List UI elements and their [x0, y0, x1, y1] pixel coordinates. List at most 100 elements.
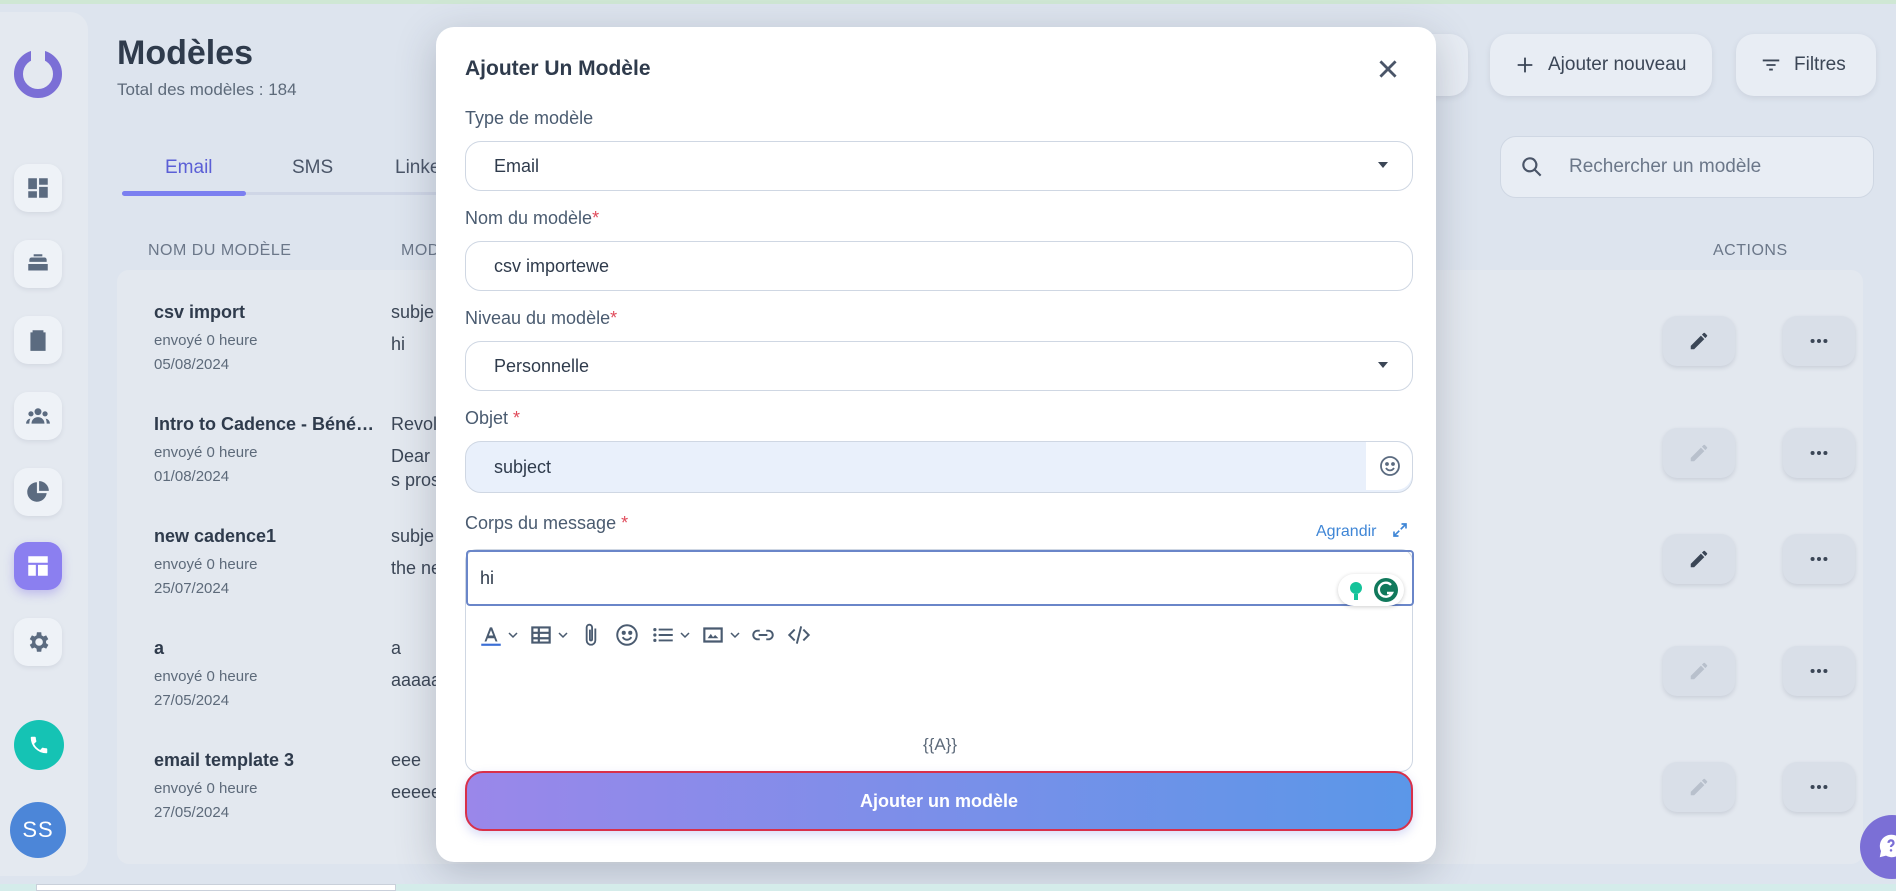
pencil-icon: [1690, 332, 1708, 350]
tasks-icon[interactable]: [14, 316, 62, 364]
text-color-tool[interactable]: [478, 620, 518, 650]
subject-label-text: Objet: [465, 408, 509, 428]
template-preview-line: Revol: [391, 414, 438, 434]
top-border: [0, 0, 1896, 4]
list-icon: [653, 627, 673, 643]
editor-toolbar: [478, 620, 822, 650]
template-sent: envoyé 0 heure: [154, 332, 258, 349]
template-level-select[interactable]: Personnelle: [465, 341, 1413, 391]
paperclip-icon: [585, 623, 597, 646]
required-mark: *: [513, 408, 521, 428]
template-name[interactable]: new cadence1: [154, 526, 276, 547]
template-date: 25/07/2024: [154, 580, 230, 597]
user-avatar[interactable]: SS: [10, 802, 66, 858]
list-tool[interactable]: [650, 620, 690, 650]
template-name-input[interactable]: csv importewe: [465, 241, 1413, 291]
phone-icon[interactable]: [14, 720, 64, 770]
code-tool[interactable]: [786, 620, 812, 650]
more-horizontal-icon: [1810, 338, 1828, 344]
contacts-icon[interactable]: [14, 392, 62, 440]
sequences-icon[interactable]: [14, 240, 62, 288]
emoji-icon[interactable]: [1378, 454, 1402, 478]
tab-active-indicator: [122, 191, 246, 196]
message-body-editor: hi {{A}}: [465, 549, 1414, 772]
template-name-label: Nom du modèle*: [465, 208, 599, 229]
expand-link[interactable]: Agrandir: [1316, 523, 1376, 541]
template-type-select[interactable]: Email: [465, 141, 1413, 191]
template-name[interactable]: a: [154, 638, 164, 659]
search-icon: [1522, 157, 1542, 177]
filters-button[interactable]: Filtres: [1736, 34, 1876, 96]
table-icon: [531, 626, 551, 644]
subject-input[interactable]: subject: [465, 441, 1413, 493]
chevron-down-icon: [1378, 162, 1388, 168]
edit-button[interactable]: [1663, 316, 1735, 366]
tab-linkedin[interactable]: Linke: [395, 157, 440, 179]
merge-tag[interactable]: {{A}}: [466, 735, 1414, 755]
message-body-input[interactable]: hi: [466, 550, 1414, 606]
subject-value: subject: [494, 456, 552, 477]
code-icon: [787, 626, 811, 644]
image-tool[interactable]: [700, 620, 740, 650]
help-chat-button[interactable]: [1860, 815, 1896, 879]
table-tool[interactable]: [528, 620, 568, 650]
more-button[interactable]: [1783, 316, 1855, 366]
template-name[interactable]: csv import: [154, 302, 245, 323]
page-subtitle: Total des modèles : 184: [117, 80, 297, 99]
filter-icon: [1762, 59, 1780, 71]
more-button[interactable]: [1783, 534, 1855, 584]
required-mark: *: [610, 308, 618, 328]
more-button[interactable]: [1783, 428, 1855, 478]
chevron-down-icon: [730, 632, 740, 639]
grammarly-widget[interactable]: [1338, 574, 1404, 606]
template-preview-line: aaaaa: [391, 670, 442, 690]
more-horizontal-icon: [1810, 668, 1828, 674]
expand-icon[interactable]: [1391, 521, 1409, 539]
modal-title: Ajouter Un Modèle: [465, 57, 651, 80]
app-logo[interactable]: [14, 49, 62, 98]
template-type-label: Type de modèle: [465, 108, 594, 128]
edit-button[interactable]: [1663, 428, 1735, 478]
template-date: 27/05/2024: [154, 692, 230, 709]
tab-email[interactable]: Email: [165, 157, 213, 179]
link-tool[interactable]: [750, 620, 776, 650]
sidebar: SS: [0, 12, 88, 876]
pencil-icon: [1690, 550, 1708, 568]
templates-icon[interactable]: [14, 542, 62, 590]
template-level-label: Niveau du modèle*: [465, 308, 617, 329]
settings-icon[interactable]: [14, 618, 62, 666]
message-body-value: hi: [480, 568, 495, 588]
template-preview-line: eee: [391, 750, 422, 770]
attachment-tool[interactable]: [578, 620, 604, 650]
plus-icon: [1517, 57, 1533, 73]
edit-button[interactable]: [1663, 762, 1735, 812]
search-box[interactable]: [1500, 136, 1874, 198]
tab-sms[interactable]: SMS: [292, 157, 333, 179]
add-new-button[interactable]: Ajouter nouveau: [1490, 34, 1712, 96]
body-label-text: Corps du message: [465, 513, 617, 533]
close-modal-button[interactable]: [1370, 51, 1406, 87]
chat-help-icon: [1879, 834, 1896, 858]
edit-button[interactable]: [1663, 646, 1735, 696]
template-name[interactable]: email template 3: [154, 750, 294, 771]
template-date: 01/08/2024: [154, 468, 230, 485]
edit-button[interactable]: [1663, 534, 1735, 584]
template-sent: envoyé 0 heure: [154, 780, 258, 797]
search-input[interactable]: [1569, 156, 1849, 178]
chevron-down-icon: [558, 632, 568, 639]
emoji-tool[interactable]: [614, 620, 640, 650]
column-header-name: NOM DU MODÈLE: [148, 242, 292, 259]
template-preview-line: Dear: [391, 446, 431, 466]
more-button[interactable]: [1783, 646, 1855, 696]
column-header-model: MOD: [401, 242, 440, 259]
text-color-icon: [481, 627, 501, 646]
more-button[interactable]: [1783, 762, 1855, 812]
dashboard-icon[interactable]: [14, 164, 62, 212]
add-template-button[interactable]: Ajouter un modèle: [465, 771, 1413, 831]
chevron-down-icon: [680, 632, 690, 639]
reports-icon[interactable]: [14, 468, 62, 516]
emoji-icon: [616, 624, 638, 646]
template-name[interactable]: Intro to Cadence - Béné…: [154, 414, 374, 435]
more-horizontal-icon: [1810, 556, 1828, 562]
chevron-down-icon: [508, 632, 518, 639]
